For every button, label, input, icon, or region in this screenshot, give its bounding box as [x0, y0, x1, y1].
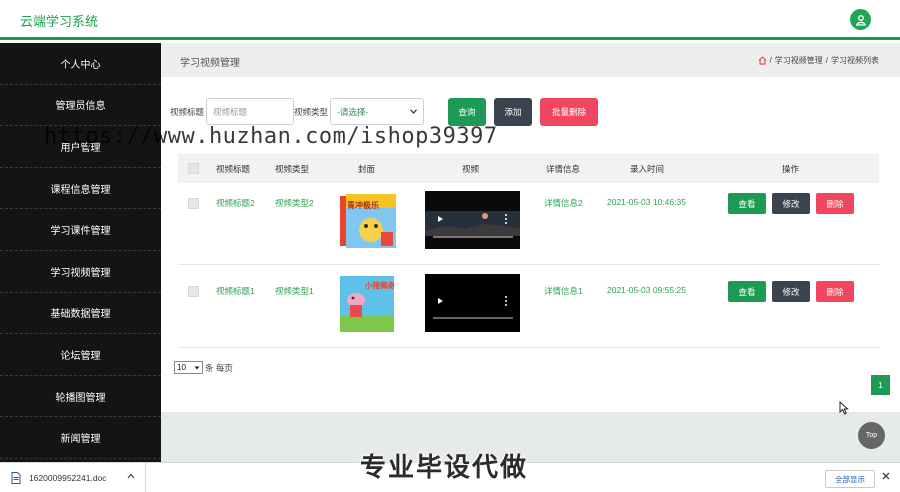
back-to-top-button[interactable]: Top: [858, 422, 885, 449]
cover-title-text: 青冲极乐: [347, 201, 379, 210]
video-title-input[interactable]: [206, 98, 295, 125]
column-header-type: 视频类型: [275, 164, 310, 174]
view-button[interactable]: 查看: [728, 281, 766, 302]
sidebar-item-label: 课程信息管理: [50, 184, 111, 196]
sidebar-item-label: 学习视频管理: [50, 267, 111, 279]
page-size-select[interactable]: 10: [174, 361, 203, 374]
sidebar-item-label: 新闻管理: [60, 434, 101, 446]
download-item[interactable]: 1620009952241.doc: [0, 463, 146, 492]
column-header-detail: 详情信息: [546, 164, 581, 174]
type-filter-label: 视频类型: [294, 106, 329, 117]
sidebar-item-label: 用户管理: [60, 142, 101, 154]
sidebar-item-forum[interactable]: 论坛管理: [0, 334, 161, 376]
sidebar-item-personal-center[interactable]: 个人中心: [0, 43, 161, 85]
footer-area: [161, 412, 900, 462]
breadcrumb-separator: /: [825, 56, 828, 65]
video-player[interactable]: [425, 191, 520, 249]
edit-button[interactable]: 修改: [772, 281, 810, 302]
row-type: 视频类型2: [275, 198, 314, 208]
breadcrumb-separator: /: [769, 56, 772, 65]
cover-title-text: 小猪佩奇: [365, 281, 395, 290]
sidebar: 个人中心 管理员信息 用户管理 课程信息管理 学习课件管理 学习视频管理 基础数…: [0, 43, 161, 462]
sidebar-item-user-management[interactable]: 用户管理: [0, 126, 161, 168]
select-all-checkbox[interactable]: [188, 163, 199, 174]
add-button[interactable]: 添加: [494, 98, 532, 126]
top-bar: 云端学习系统: [0, 0, 900, 40]
table-header: 视频标题 视频类型 封面 视频 详情信息 录入时间 操作: [178, 154, 879, 183]
page-header: 学习视频管理 / 学习视频管理 / 学习视频列表: [161, 43, 900, 77]
page-size-value: 10: [177, 363, 186, 372]
batch-delete-button[interactable]: 批量删除: [540, 98, 598, 126]
video-type-selected: -请选择-: [337, 106, 369, 117]
row-detail: 详情信息1: [544, 286, 583, 296]
delete-button[interactable]: 删除: [816, 193, 854, 214]
download-bar: 1620009952241.doc 全部显示: [0, 462, 900, 492]
sidebar-item-basic-data[interactable]: 基础数据管理: [0, 293, 161, 335]
user-avatar-icon[interactable]: [850, 9, 871, 30]
column-header-actions: 操作: [782, 164, 800, 174]
video-player[interactable]: [425, 274, 520, 332]
page-title: 学习视频管理: [180, 58, 240, 69]
sidebar-item-video[interactable]: 学习视频管理: [0, 251, 161, 293]
show-all-downloads-button[interactable]: 全部显示: [825, 470, 875, 488]
column-header-title: 视频标题: [216, 164, 251, 174]
chevron-down-icon: [410, 109, 417, 114]
page-size-control: 10 条 每页: [174, 361, 233, 374]
download-file-name: 1620009952241.doc: [29, 473, 107, 483]
row-title: 视频标题1: [216, 286, 255, 296]
breadcrumb: / 学习视频管理 / 学习视频列表: [758, 55, 879, 66]
edit-button[interactable]: 修改: [772, 193, 810, 214]
sidebar-item-label: 学习课件管理: [50, 226, 111, 238]
video-type-select[interactable]: -请选择-: [330, 98, 425, 125]
doc-file-icon: [11, 472, 21, 484]
search-form: 视频标题 视频类型 -请选择-: [170, 98, 425, 125]
delete-button[interactable]: 删除: [816, 281, 854, 302]
sidebar-item-label: 论坛管理: [60, 350, 101, 362]
column-header-cover: 封面: [358, 164, 376, 174]
query-button[interactable]: 查询: [448, 98, 486, 126]
row-title: 视频标题2: [216, 198, 255, 208]
sidebar-item-admin-info[interactable]: 管理员信息: [0, 85, 161, 127]
chevron-up-icon[interactable]: [127, 473, 135, 479]
sidebar-item-carousel[interactable]: 轮播图管理: [0, 376, 161, 418]
sidebar-item-courseware[interactable]: 学习课件管理: [0, 209, 161, 251]
sidebar-item-label: 基础数据管理: [50, 309, 111, 321]
row-checkbox[interactable]: [188, 286, 199, 297]
sidebar-item-label: 个人中心: [60, 59, 101, 71]
sidebar-item-label: 轮播图管理: [55, 392, 106, 404]
video-table: 视频标题 视频类型 封面 视频 详情信息 录入时间 操作 视频标题2 视频类型2: [178, 154, 879, 348]
row-time: 2021-05-03 09:55:25: [607, 285, 686, 295]
main-content: 学习视频管理 / 学习视频管理 / 学习视频列表 视频标题 视频类型 -请选择-…: [161, 43, 900, 462]
row-time: 2021-05-03 10:46:35: [607, 197, 686, 207]
sidebar-item-label: 管理员信息: [55, 101, 106, 113]
page-number-current[interactable]: 1: [871, 375, 890, 395]
chevron-down-icon: [194, 366, 200, 369]
mouse-cursor-icon: [839, 401, 849, 415]
cover-image: [336, 188, 398, 250]
title-filter-label: 视频标题: [170, 106, 205, 117]
row-type: 视频类型1: [275, 286, 314, 296]
sidebar-item-course-info[interactable]: 课程信息管理: [0, 168, 161, 210]
column-header-video: 视频: [462, 164, 480, 174]
home-icon[interactable]: [758, 56, 767, 65]
column-header-time: 录入时间: [630, 164, 665, 174]
breadcrumb-item-video-list: 学习视频列表: [831, 56, 879, 65]
row-checkbox[interactable]: [188, 198, 199, 209]
app-title: 云端学习系统: [20, 14, 99, 29]
table-row: 视频标题1 视频类型1 小猪佩奇 详情信息1 2021-05-03 09:55:…: [178, 266, 879, 348]
close-icon[interactable]: [882, 472, 890, 480]
table-row: 视频标题2 视频类型2 青冲极乐 详情信息2 2021-05-03 10:46:…: [178, 183, 879, 265]
view-button[interactable]: 查看: [728, 193, 766, 214]
row-detail: 详情信息2: [544, 198, 583, 208]
breadcrumb-item-video-management[interactable]: 学习视频管理: [775, 55, 823, 66]
page-size-suffix: 条 每页: [205, 362, 233, 373]
sidebar-item-news[interactable]: 新闻管理: [0, 417, 161, 459]
